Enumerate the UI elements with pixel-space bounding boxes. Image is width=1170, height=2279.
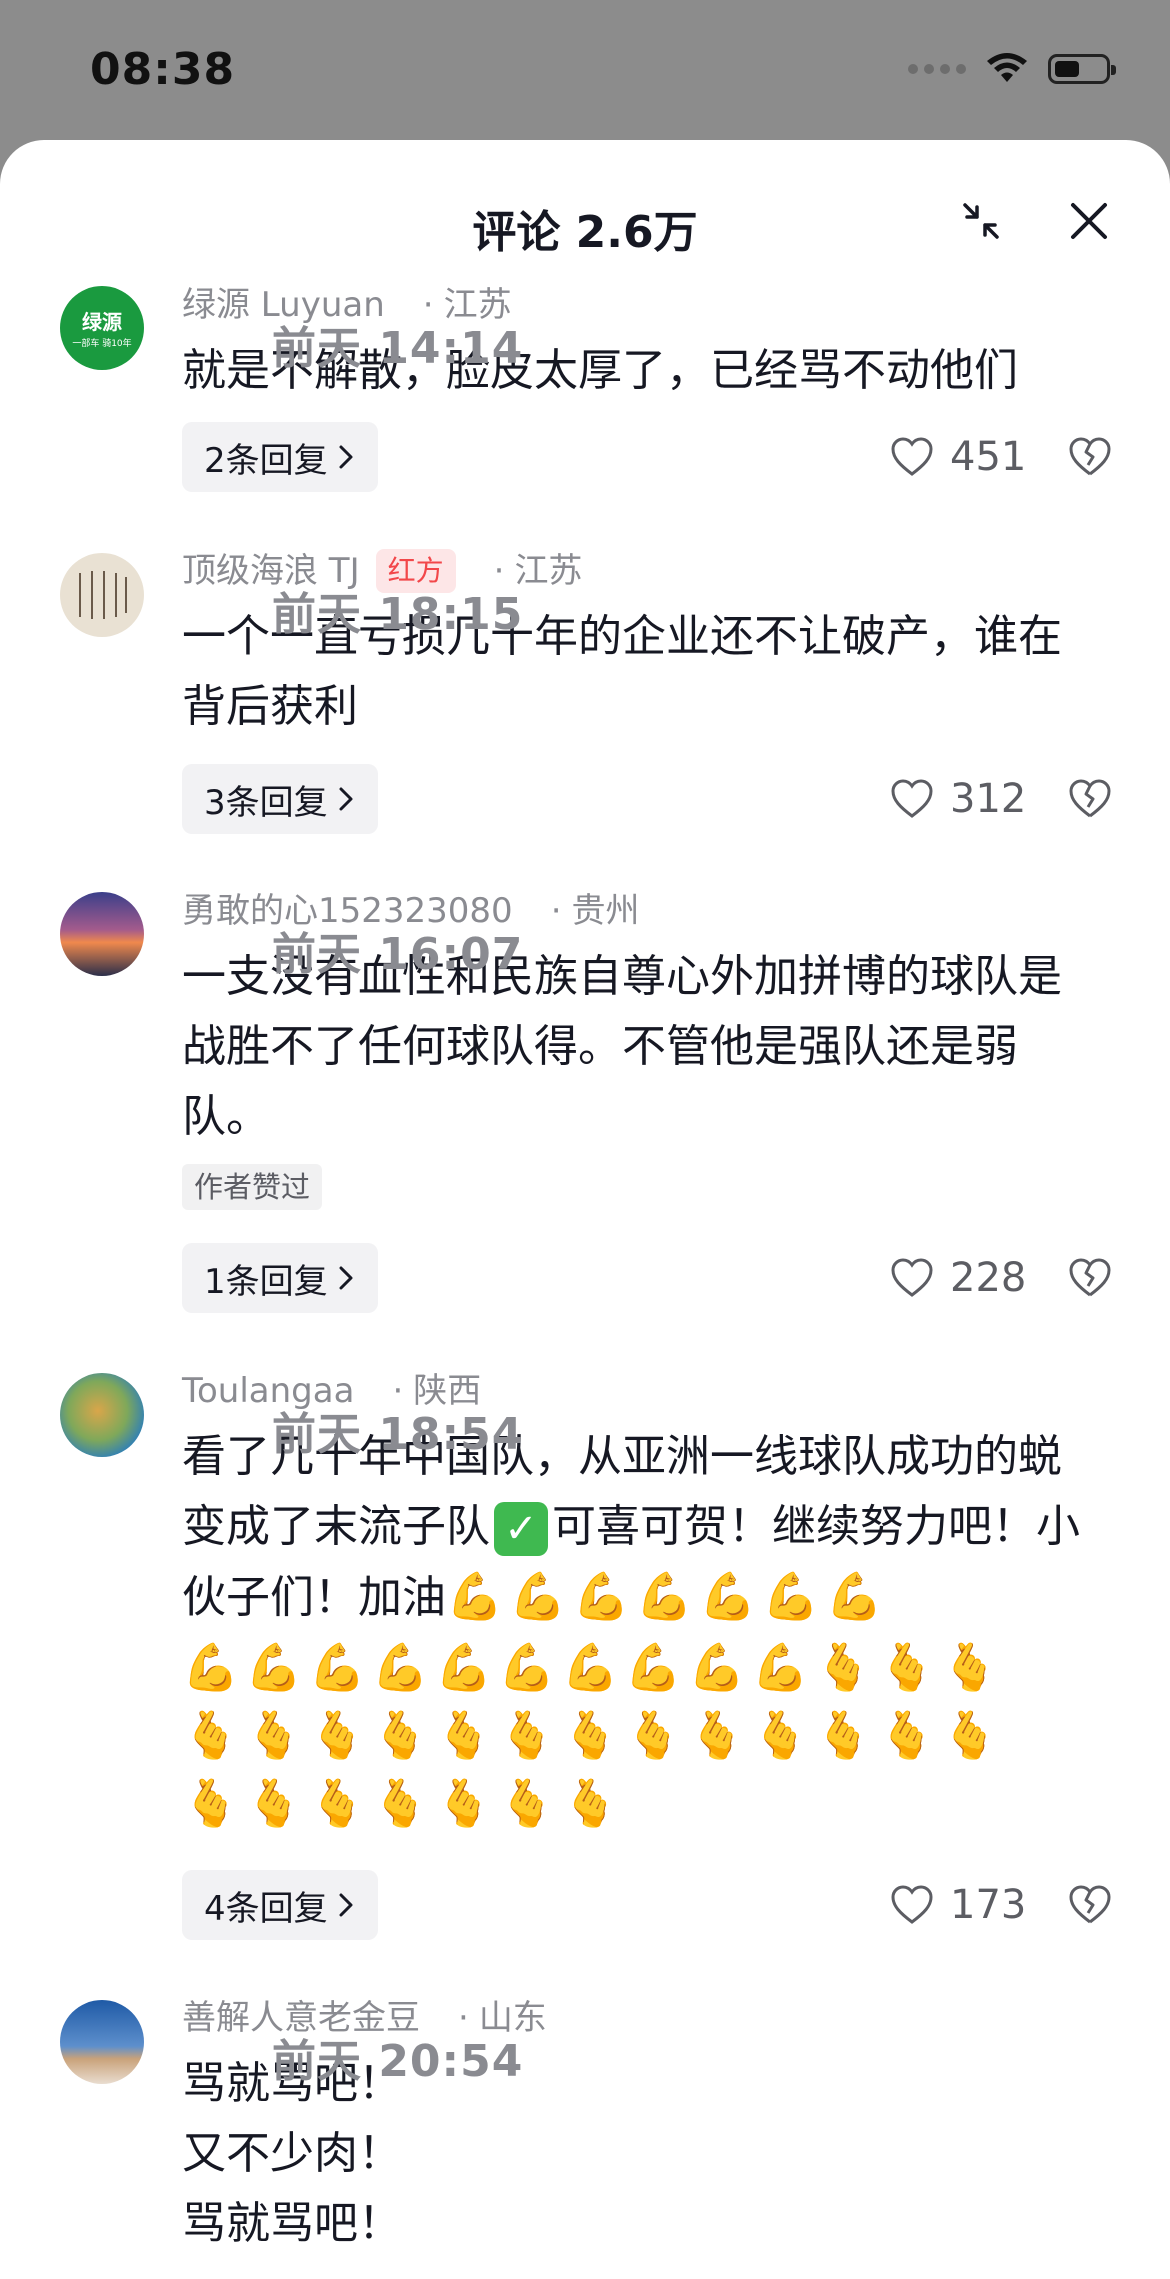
avatar[interactable]: 绿源 一部车 骑10年	[60, 286, 144, 370]
comment-username[interactable]: 勇敢的心152323080	[182, 888, 513, 934]
avatar-brand-subtext: 一部车 骑10年	[72, 339, 132, 349]
meta-separator: ·	[422, 285, 434, 325]
reply-count-label: 4条回复	[204, 1888, 328, 1929]
view-replies-button[interactable]: 2条回复	[182, 422, 378, 492]
broken-heart-icon	[1069, 1885, 1111, 1924]
reply-count-label: 2条回复	[204, 440, 328, 481]
heart-icon	[891, 437, 933, 476]
like-button[interactable]: 451	[890, 422, 1026, 492]
heart-icon	[891, 779, 933, 818]
comments-sheet: 评论 2.6万 绿源 一部车 骑10年 绿源 Luyuan 前天 14:14 ·	[0, 140, 1170, 2279]
chevron-right-icon	[338, 786, 354, 812]
status-icons	[908, 52, 1116, 86]
comment-meta: 绿源 Luyuan 前天 14:14 · 江苏	[182, 282, 1102, 372]
calligraphy-avatar-icon	[79, 571, 127, 619]
close-button[interactable]	[1064, 196, 1114, 246]
comment-body: Toulangaa 前天 18:54 · 陕西 看了几十年中国队，从亚洲一线球队…	[182, 1368, 1102, 1837]
comment-location: 山东	[478, 1998, 547, 2038]
status-time: 08:38	[90, 44, 236, 95]
dislike-button[interactable]	[1068, 1243, 1112, 1313]
comment-meta: Toulangaa 前天 18:54 · 陕西	[182, 1368, 1102, 1458]
chevron-right-icon	[338, 1265, 354, 1291]
battery-icon	[1048, 54, 1116, 84]
avatar-brand-text: 绿源	[82, 310, 122, 334]
author-liked-tag: 作者赞过	[182, 1164, 323, 1210]
comment-meta: 顶级海浪 TJ 红方 前天 18:15 · 江苏	[182, 548, 1102, 638]
flexed-biceps-emoji-row: 💪💪💪💪💪💪💪	[446, 1569, 889, 1623]
comment-location: 陕西	[413, 1371, 482, 1411]
view-replies-button[interactable]: 3条回复	[182, 764, 378, 834]
reply-count-label: 1条回复	[204, 1261, 328, 1302]
check-mark-emoji: ✓	[494, 1502, 548, 1556]
comment-username[interactable]: 善解人意老金豆	[182, 1995, 420, 2041]
comment-username[interactable]: 顶级海浪 TJ	[182, 548, 360, 594]
comment-time: 前天 20:54	[272, 2036, 524, 2087]
like-count: 173	[950, 1882, 1027, 1928]
comment-location: 江苏	[514, 551, 583, 591]
comment-username[interactable]: Toulangaa	[182, 1368, 354, 1414]
avatar[interactable]	[60, 892, 144, 976]
avatar[interactable]	[60, 1373, 144, 1457]
view-replies-button[interactable]: 4条回复	[182, 1870, 378, 1940]
heart-icon	[891, 1885, 933, 1924]
comment-location: 江苏	[443, 285, 512, 325]
comment-time: 前天 16:07	[272, 929, 524, 980]
dislike-button[interactable]	[1068, 764, 1112, 834]
status-bar: 08:38	[0, 0, 1170, 140]
like-button[interactable]: 312	[890, 764, 1026, 834]
comment-time: 前天 14:14	[272, 323, 524, 374]
broken-heart-icon	[1069, 437, 1111, 476]
broken-heart-icon	[1069, 779, 1111, 818]
chevron-right-icon	[338, 1892, 354, 1918]
close-icon	[1071, 203, 1107, 239]
cellular-signal-icon	[908, 64, 966, 74]
heart-icon	[891, 1258, 933, 1297]
comment-location: 贵州	[571, 891, 640, 931]
like-count: 228	[950, 1255, 1027, 1301]
meta-separator: ·	[458, 1998, 469, 2038]
dislike-button[interactable]	[1068, 422, 1112, 492]
meta-separator: ·	[550, 891, 562, 931]
sheet-header: 评论 2.6万	[0, 140, 1170, 270]
like-button[interactable]: 173	[890, 1870, 1026, 1940]
comment-body: 绿源 Luyuan 前天 14:14 · 江苏 就是不解散，脸皮太厚了，已经骂不…	[182, 282, 1102, 406]
comment-time: 前天 18:15	[272, 589, 524, 640]
avatar[interactable]	[60, 2000, 144, 2084]
avatar[interactable]	[60, 553, 144, 637]
comment-meta: 善解人意老金豆 前天 20:54 · 山东	[182, 1995, 1102, 2085]
meta-separator: ·	[493, 551, 505, 591]
comment-body: 勇敢的心152323080 前天 16:07 · 贵州 一支没有血性和民族自尊心…	[182, 888, 1102, 1210]
like-count: 312	[950, 776, 1027, 822]
comment-time: 前天 18:54	[272, 1409, 524, 1460]
collapse-button[interactable]	[956, 196, 1006, 246]
reply-count-label: 3条回复	[204, 782, 328, 823]
comment-body: 顶级海浪 TJ 红方 前天 18:15 · 江苏 一个一直亏损几十年的企业还不让…	[182, 548, 1102, 742]
wifi-icon	[987, 53, 1027, 82]
user-badge: 红方	[375, 549, 456, 593]
finger-heart-emoji-row: 🫰🫰🫰🫰🫰🫰🫰	[182, 1776, 625, 1830]
like-count: 451	[950, 434, 1027, 480]
dislike-button[interactable]	[1068, 1870, 1112, 1940]
collapse-icon	[963, 203, 999, 239]
emoji-row: 💪💪💪💪💪💪💪💪💪💪🫰🫰🫰	[182, 1640, 1005, 1694]
comment-meta: 勇敢的心152323080 前天 16:07 · 贵州	[182, 888, 1102, 978]
chevron-right-icon	[338, 444, 354, 470]
meta-separator: ·	[392, 1371, 404, 1411]
comment-username[interactable]: 绿源 Luyuan	[182, 282, 385, 328]
view-replies-button[interactable]: 1条回复	[182, 1243, 378, 1313]
comment-body: 善解人意老金豆 前天 20:54 · 山东 骂就骂吧！ 又不少肉！ 骂就骂吧！	[182, 1995, 1102, 2259]
finger-heart-emoji-row: 🫰🫰🫰🫰🫰🫰🫰🫰🫰🫰🫰🫰🫰	[182, 1708, 1005, 1762]
like-button[interactable]: 228	[890, 1243, 1026, 1313]
broken-heart-icon	[1069, 1258, 1111, 1297]
